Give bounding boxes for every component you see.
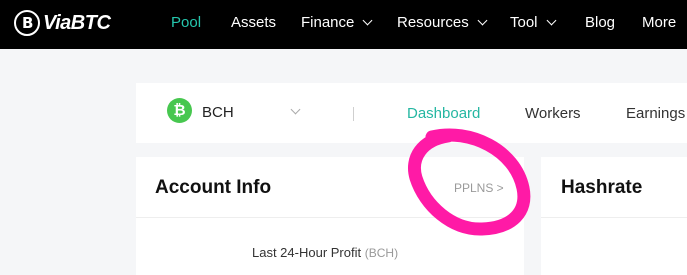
nav-tool[interactable]: Tool: [510, 14, 556, 31]
chevron-down-icon: [546, 15, 556, 26]
nav-blog[interactable]: Blog: [585, 14, 615, 31]
nav-resources-label: Resources: [397, 14, 469, 31]
nav-assets-label: Assets: [231, 14, 277, 31]
chevron-down-icon: [362, 15, 373, 26]
card-divider: [136, 217, 524, 218]
profit-label: Last 24-Hour Profit (BCH): [252, 245, 398, 260]
nav-blog-label: Blog: [585, 14, 616, 31]
chevron-down-icon[interactable]: [290, 104, 301, 115]
nav-pool[interactable]: Pool: [171, 14, 201, 31]
nav-tool-label: Tool: [510, 14, 538, 31]
pool-subnav: ₿ BCH Dashboard Workers Earnings: [136, 83, 687, 143]
hashrate-card: Hashrate: [541, 157, 687, 275]
account-info-title: Account Info: [155, 177, 272, 198]
nav-assets[interactable]: Assets: [231, 14, 276, 31]
bch-coin-icon: ₿: [167, 98, 192, 123]
nav-pool-label: Pool: [171, 14, 202, 31]
tab-dashboard[interactable]: Dashboard: [407, 105, 480, 122]
tab-earnings[interactable]: Earnings: [626, 105, 685, 122]
subnav-divider: [353, 107, 354, 121]
tab-workers[interactable]: Workers: [525, 105, 581, 122]
chevron-down-icon: [477, 15, 488, 26]
nav-resources[interactable]: Resources: [397, 14, 488, 31]
nav-more-label: More: [642, 14, 677, 31]
top-navbar: ViaBTC Pool Assets Finance Resources Too…: [0, 0, 687, 49]
nav-finance[interactable]: Finance: [301, 14, 373, 31]
card-divider: [541, 217, 687, 218]
pplns-link[interactable]: PPLNS >: [454, 181, 504, 195]
account-info-card: Account Info PPLNS > Last 24-Hour Profit…: [136, 157, 524, 275]
hashrate-title: Hashrate: [561, 177, 643, 198]
nav-finance-label: Finance: [301, 14, 355, 31]
brand-name: ViaBTC: [43, 11, 111, 34]
coin-selector[interactable]: BCH: [202, 104, 234, 121]
profit-unit: (BCH): [364, 246, 399, 260]
bitcoin-logo-icon: [14, 10, 40, 36]
profit-label-text: Last 24-Hour Profit: [252, 245, 362, 260]
viabtc-logo[interactable]: ViaBTC: [14, 10, 111, 36]
nav-more[interactable]: More: [642, 14, 676, 31]
